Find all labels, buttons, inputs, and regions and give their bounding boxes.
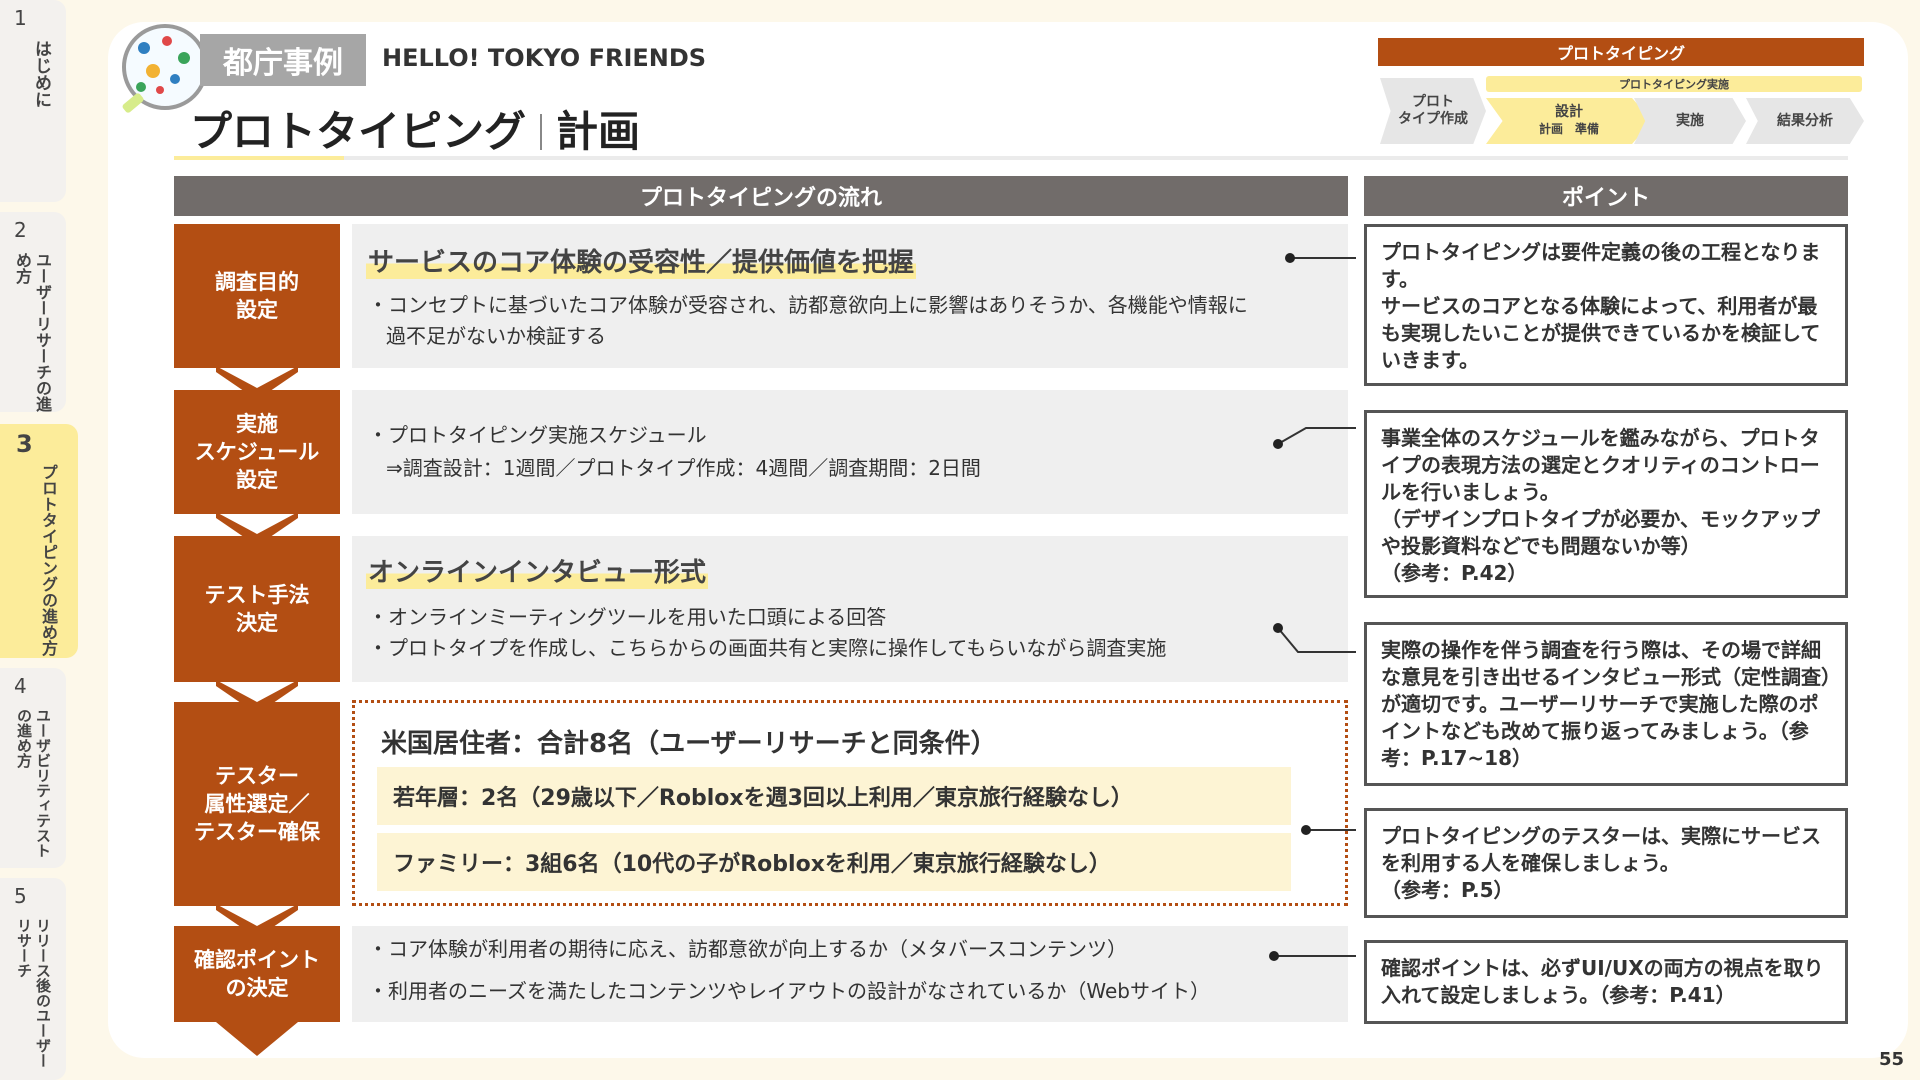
arrow-down-icon	[216, 1022, 298, 1056]
side-tab-5[interactable]: 5 リリース後のユーザーリサーチ	[0, 878, 66, 1080]
page-title-main: プロトタイピング	[190, 107, 527, 156]
page-title-sub: 計画	[556, 107, 641, 156]
points-header: ポイント	[1364, 176, 1848, 216]
page-number: 55	[1878, 1049, 1904, 1070]
side-tab-label: はじめに	[31, 40, 51, 108]
side-tab-1[interactable]: 1 はじめに	[0, 0, 66, 202]
panel-text: ⇒調査設計：1週間／プロトタイプ作成：4週間／調査期間：2日間	[386, 456, 981, 480]
step-test-method: テスト手法 決定	[174, 536, 340, 682]
process-step-result: 結果分析	[1746, 98, 1864, 144]
title-underline	[174, 156, 1848, 160]
title-separator	[540, 114, 543, 150]
panel-schedule: ・プロトタイピング実施スケジュール ⇒調査設計：1週間／プロトタイプ作成：4週間…	[352, 390, 1348, 514]
panel-text: ・コア体験が利用者の期待に応え、訪都意欲が向上するか（メタバースコンテンツ）	[368, 937, 1127, 961]
tester-group-young: 若年層：2名（29歳以下／Robloxを週3回以上利用／東京旅行経験なし）	[377, 767, 1291, 825]
side-tab-number: 3	[16, 430, 33, 458]
flow-header: プロトタイピングの流れ	[174, 176, 1348, 216]
panel-heading: サービスのコア体験の受容性／提供価値を把握	[366, 242, 917, 279]
step-testers: テスター 属性選定／ テスター確保	[174, 702, 340, 906]
side-tab-label: プロトタイピングの進め方	[39, 464, 58, 656]
side-tab-label: ユーザビリティテストの進め方	[15, 708, 52, 858]
panel-text: ・コンセプトに基づいたコア体験が受容され、訪都意欲向上に影響はありそうか、各機能…	[368, 293, 1248, 317]
side-tab-number: 1	[14, 6, 27, 30]
side-tab-number: 5	[14, 884, 27, 908]
panel-check-points: ・コア体験が利用者の期待に応え、訪都意欲が向上するか（メタバースコンテンツ） ・…	[352, 926, 1348, 1022]
panel-heading: オンラインインタビュー形式	[366, 552, 709, 589]
side-tab-number: 4	[14, 674, 27, 698]
tester-group-family: ファミリー：3組6名（10代の子がRobloxを利用／東京旅行経験なし）	[377, 833, 1291, 891]
side-tab-label: ユーザーリサーチの進め方	[13, 252, 52, 412]
side-tab-2[interactable]: 2 ユーザーリサーチの進め方	[0, 212, 66, 412]
point-box-5: 確認ポイントは、必ずUI/UXの両方の視点を取り入れて設定しましょう。（参考：P…	[1364, 940, 1848, 1024]
process-step-design: 設計 計画 準備	[1486, 98, 1652, 144]
process-sub-bar: プロトタイピング実施	[1486, 76, 1862, 92]
panel-test-method: オンラインインタビュー形式 ・オンラインミーティングツールを用いた口頭による回答…	[352, 536, 1348, 682]
side-tab-3[interactable]: 3 プロトタイピングの進め方	[0, 424, 78, 658]
step-schedule: 実施 スケジュール 設定	[174, 390, 340, 514]
process-step-exec: 実施	[1634, 98, 1746, 144]
step-check-points: 確認ポイント の決定	[174, 926, 340, 1022]
process-bar: プロトタイピング	[1378, 38, 1864, 66]
panel-text: ・オンラインミーティングツールを用いた口頭による回答	[368, 605, 887, 629]
side-tab-number: 2	[14, 218, 27, 242]
panel-text: ・利用者のニーズを満たしたコンテンツやレイアウトの設計がなされているか（Webサ…	[368, 979, 1211, 1003]
panel-testers: 米国居住者：合計8名（ユーザーリサーチと同条件） 若年層：2名（29歳以下／Ro…	[352, 700, 1348, 906]
page-title: プロトタイピング 計画	[190, 98, 640, 159]
point-box-3: 実際の操作を伴う調査を行う際は、その場で詳細な意見を引き出せるインタビュー形式（…	[1364, 622, 1848, 786]
panel-text: 過不足がないか検証する	[386, 324, 606, 348]
project-name: HELLO! TOKYO FRIENDS	[382, 44, 707, 72]
process-step-prototype: プロト タイプ作成	[1380, 78, 1486, 144]
process-step-prep: 準備	[1575, 122, 1600, 136]
side-tab-4[interactable]: 4 ユーザビリティテストの進め方	[0, 668, 66, 868]
side-tab-label: リリース後のユーザーリサーチ	[15, 918, 52, 1068]
panel-text: ・プロトタイプを作成し、こちらからの画面共有と実際に操作してもらいながら調査実施	[368, 636, 1167, 660]
title-underline-accent	[174, 156, 344, 160]
panel-heading: 米国居住者：合計8名（ユーザーリサーチと同条件）	[381, 729, 997, 759]
panel-research-purpose: サービスのコア体験の受容性／提供価値を把握 ・コンセプトに基づいたコア体験が受容…	[352, 224, 1348, 368]
point-box-1: プロトタイピングは要件定義の後の工程となります。 サービスのコアとなる体験によっ…	[1364, 224, 1848, 386]
process-step-plan: 計画	[1538, 122, 1563, 136]
case-tag: 都庁事例	[200, 34, 366, 86]
process-step-design-label: 設計	[1555, 104, 1583, 120]
process-step-design-sub: 計画 準備	[1539, 121, 1599, 138]
point-box-4: プロトタイピングのテスターは、実際にサービスを利用する人を確保しましょう。 （参…	[1364, 808, 1848, 918]
panel-text: ・プロトタイピング実施スケジュール	[368, 423, 707, 447]
point-box-2: 事業全体のスケジュールを鑑みながら、プロトタイプの表現方法の選定とクオリティのコ…	[1364, 410, 1848, 598]
step-research-purpose: 調査目的 設定	[174, 224, 340, 368]
